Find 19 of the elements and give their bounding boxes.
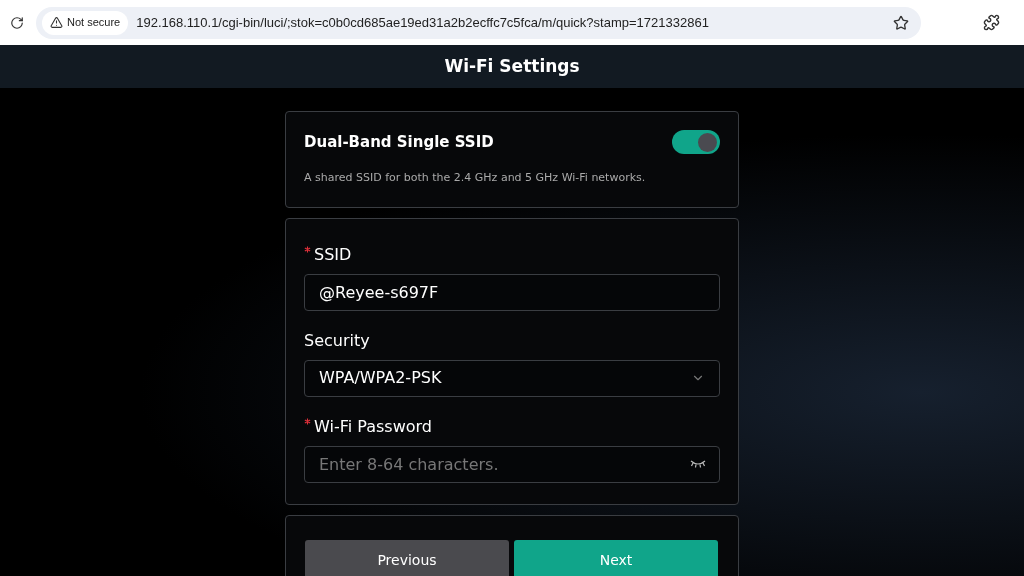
security-chip[interactable]: Not secure — [42, 10, 129, 35]
password-field[interactable]: Enter 8-64 characters. — [304, 445, 720, 483]
extensions-icon[interactable] — [983, 14, 1000, 31]
field-label: Security — [304, 329, 370, 352]
card-description: A shared SSID for both the 2.4 GHz and 5 GHz Wi-Fi networks. — [304, 170, 647, 186]
warning-icon — [50, 16, 63, 29]
previous-button[interactable]: Previous — [305, 540, 509, 576]
reload-icon[interactable] — [10, 15, 24, 30]
address-bar[interactable]: Not secure 192.168.110.1/cgi-bin/luci/;stok=c0b0cd685ae19ed31a2b2ecffc7c5fca/m/quick?stamp=1721332861 — [36, 6, 921, 39]
card-title: Dual-Band Single SSID — [304, 131, 494, 153]
page-title: Wi-Fi Settings — [444, 54, 580, 78]
bookmark-star-icon[interactable] — [893, 14, 909, 31]
field-label: SSID — [314, 243, 352, 266]
eye-closed-icon[interactable] — [690, 458, 706, 469]
security-select[interactable]: WPA/WPA2-PSK — [304, 359, 720, 397]
ssid-field[interactable]: @Reyee-s697F — [304, 273, 720, 311]
url-text: 192.168.110.1/cgi-bin/luci/;stok=c0b0cd685ae19ed31a2b2ecffc7c5fca/m/quick?stamp=1721332861 — [136, 13, 710, 32]
field-label: Wi-Fi Password — [314, 415, 432, 438]
toggle-switch[interactable] — [672, 130, 720, 154]
